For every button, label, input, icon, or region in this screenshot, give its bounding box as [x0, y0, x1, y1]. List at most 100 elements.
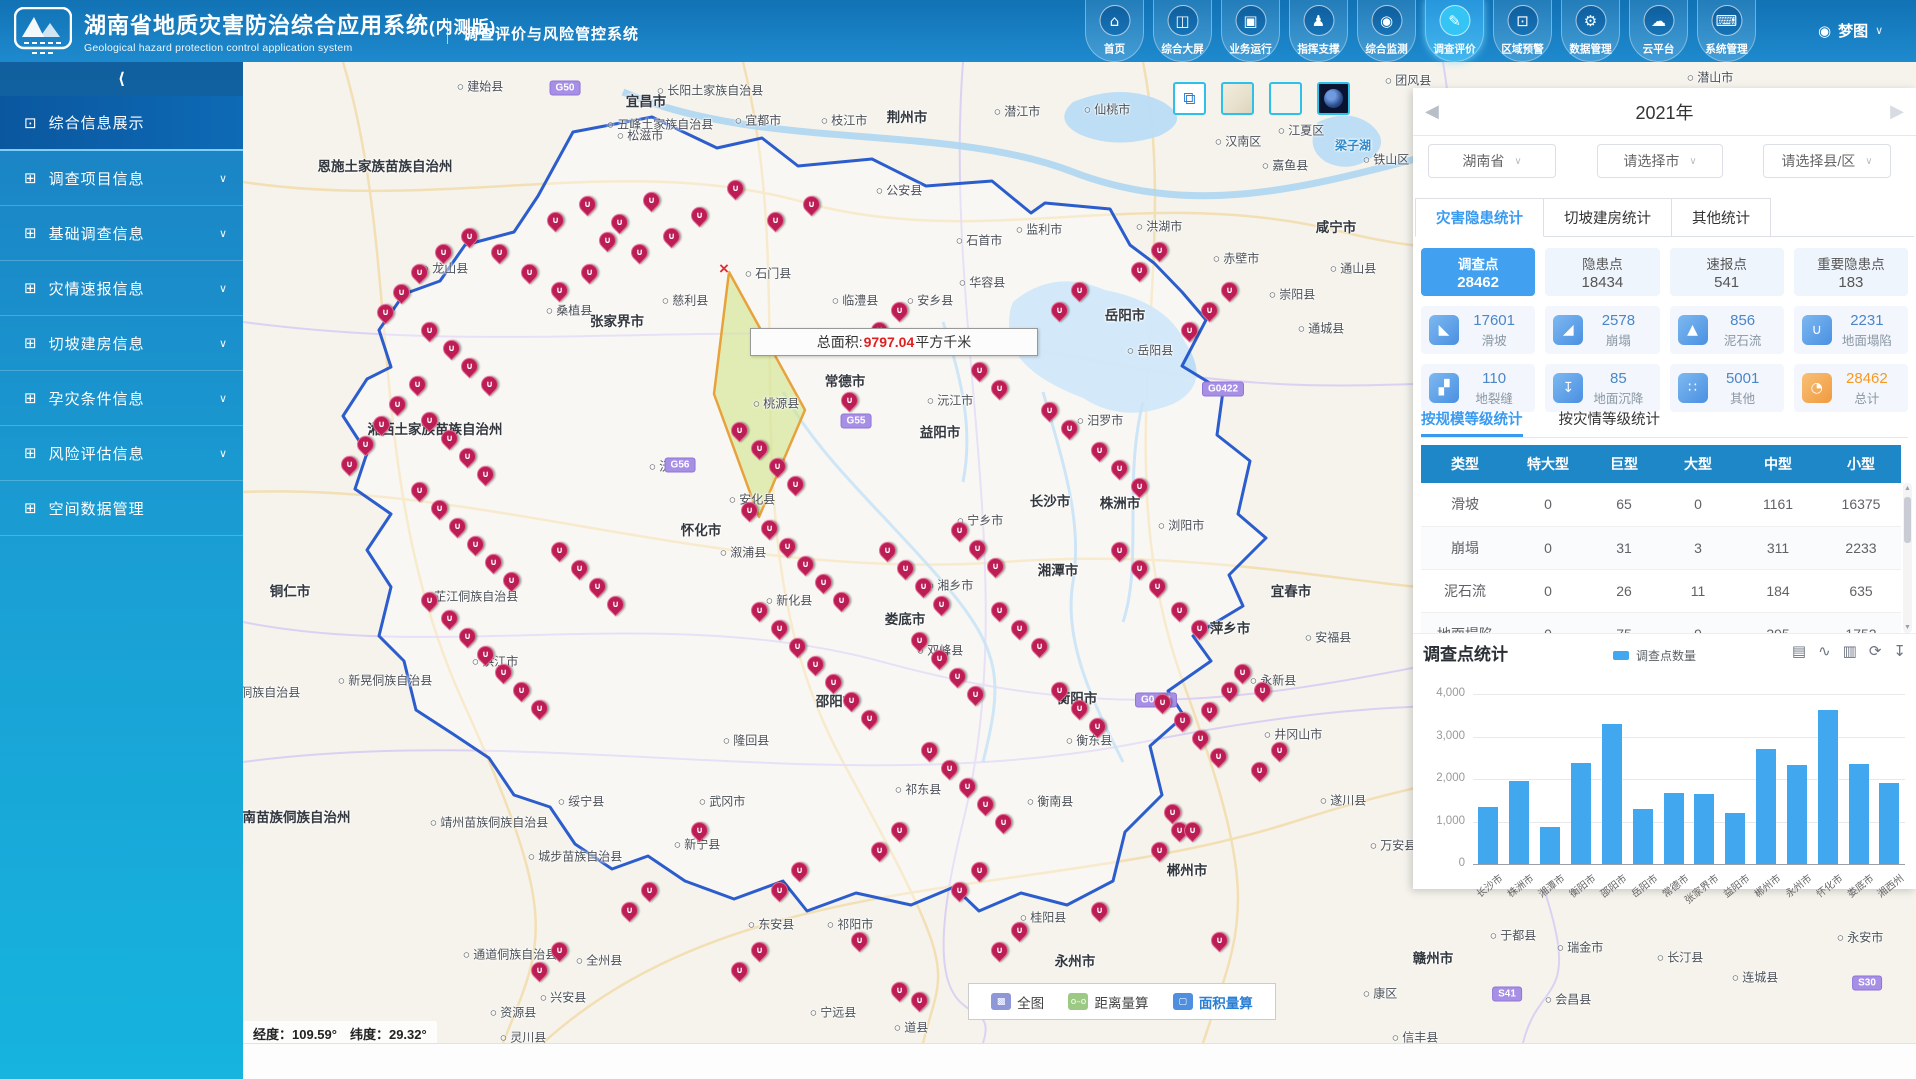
chart-bar[interactable]	[1571, 763, 1591, 864]
risk-assessment-icon: ⊞	[24, 444, 37, 462]
type-card-地裂缝[interactable]: ▞110地裂缝	[1421, 364, 1535, 412]
tab-切坡建房统计[interactable]: 切坡建房统计	[1544, 198, 1672, 237]
chart-bar[interactable]	[1602, 724, 1622, 864]
table-cell: 11	[1661, 569, 1735, 612]
subtab-按灾情等级统计[interactable]: 按灾情等级统计	[1559, 408, 1661, 437]
y-tick-label: 3,000	[1415, 730, 1465, 742]
distance-measure-icon: o–o	[1068, 993, 1088, 1010]
sidebar-item-survey-project[interactable]: ⊞调查项目信息∨	[0, 151, 243, 206]
sidebar-item-spatial-data[interactable]: ⊞空间数据管理	[0, 481, 243, 536]
table-cell: 0	[1509, 526, 1587, 569]
type-card-总计[interactable]: ◔28462总计	[1794, 364, 1908, 412]
nav-tab-big-screen[interactable]: ◫综合大屏	[1153, 0, 1212, 62]
year-prev-button[interactable]: ◀	[1425, 101, 1439, 122]
chart-bar[interactable]	[1664, 793, 1684, 864]
chart-bar[interactable]	[1879, 783, 1899, 864]
monitoring-icon: ◉	[1371, 5, 1402, 36]
scroll-down-icon[interactable]: ▼	[1903, 624, 1912, 631]
chart-bar[interactable]	[1756, 749, 1776, 864]
nav-tab-data-management[interactable]: ⚙数据管理	[1561, 0, 1620, 62]
chart-bar[interactable]	[1725, 813, 1745, 864]
sidebar-item-basic-survey[interactable]: ⊞基础调查信息∨	[0, 206, 243, 261]
marker-glyph-icon: ∪	[872, 843, 887, 858]
business-run-icon: ▣	[1235, 5, 1266, 36]
full-extent-button[interactable]: ▩全图	[991, 992, 1044, 1012]
measure-anchor-icon[interactable]: ×	[719, 259, 729, 279]
region-select-0[interactable]: 湖南省∨	[1428, 144, 1556, 178]
scrollbar-thumb[interactable]	[1904, 497, 1911, 543]
marker-glyph-icon: ∪	[992, 943, 1007, 958]
type-card-崩塌[interactable]: ◢2578崩塌	[1545, 306, 1659, 354]
map-label: ○ 沅江市	[927, 392, 974, 409]
satellite-basemap-thumb[interactable]	[1269, 82, 1302, 115]
type-card-滑坡[interactable]: ◣17601滑坡	[1421, 306, 1535, 354]
chart-bar[interactable]	[1694, 794, 1714, 864]
marker-glyph-icon: ∪	[808, 657, 823, 672]
nav-tab-cloud-platform[interactable]: ☁云平台	[1629, 0, 1688, 62]
chart-bar[interactable]	[1478, 807, 1498, 864]
nav-tab-business-run[interactable]: ▣业务运行	[1221, 0, 1280, 62]
nav-tab-monitoring[interactable]: ◉综合监测	[1357, 0, 1416, 62]
list-icon[interactable]: ▤	[1792, 642, 1806, 660]
type-card-地面沉降[interactable]: ↧85地面沉降	[1545, 364, 1659, 412]
nav-tab-survey-evaluation[interactable]: ✎调查评价	[1425, 0, 1484, 62]
stat-button-调查点[interactable]: 调查点28462	[1421, 248, 1535, 296]
tab-灾害隐患统计[interactable]: 灾害隐患统计	[1415, 198, 1544, 237]
marker-glyph-icon: ∪	[732, 963, 747, 978]
nav-tab-regional-warning[interactable]: ⊡区域预警	[1493, 0, 1552, 62]
chart-bar[interactable]	[1787, 765, 1807, 864]
line-chart-icon[interactable]: ∿	[1818, 642, 1831, 660]
subtab-按规模等级统计[interactable]: 按规模等级统计	[1421, 408, 1523, 437]
bar-chart-icon[interactable]: ▥	[1843, 642, 1857, 660]
bottom-strip	[243, 1043, 1916, 1079]
layer-switch-icon[interactable]: ⧉	[1173, 82, 1206, 115]
table-scrollbar[interactable]: ▲ ▼	[1903, 483, 1912, 633]
sidebar-item-disaster-report[interactable]: ⊞灾情速报信息∨	[0, 261, 243, 316]
region-select-1[interactable]: 请选择市∨	[1597, 144, 1723, 178]
sidebar-item-risk-assessment[interactable]: ⊞风险评估信息∨	[0, 426, 243, 481]
sidebar-item-label: 调查项目信息	[49, 168, 145, 189]
stat-button-隐患点[interactable]: 隐患点18434	[1545, 248, 1659, 296]
sidebar-item-hazard-condition[interactable]: ⊞孕灾条件信息∨	[0, 371, 243, 426]
type-card-泥石流[interactable]: ▲856泥石流	[1670, 306, 1784, 354]
chart-bar[interactable]	[1540, 827, 1560, 864]
marker-glyph-icon: ∪	[432, 501, 447, 516]
year-next-button[interactable]: ▶	[1890, 101, 1904, 122]
stat-button-重要隐患点[interactable]: 重要隐患点183	[1794, 248, 1908, 296]
download-icon[interactable]: ↧	[1893, 642, 1906, 660]
chart-legend[interactable]: 调查点数量	[1613, 647, 1696, 664]
chart-bar[interactable]	[1633, 809, 1653, 864]
chart-bar[interactable]	[1509, 781, 1529, 864]
marker-glyph-icon: ∪	[752, 943, 767, 958]
area-measure-button[interactable]: ▢面积量算	[1173, 992, 1253, 1012]
nav-tab-home[interactable]: ⌂首页	[1085, 0, 1144, 62]
sidebar-item-info-display[interactable]: ⊡综合信息展示	[0, 96, 243, 151]
distance-measure-button[interactable]: o–o距离量算	[1068, 992, 1148, 1012]
marker-glyph-icon: ∪	[892, 983, 907, 998]
stat-button-速报点[interactable]: 速报点541	[1670, 248, 1784, 296]
chart-bar[interactable]	[1849, 764, 1869, 864]
scroll-up-icon[interactable]: ▲	[1903, 485, 1912, 492]
hazard-condition-icon: ⊞	[24, 389, 37, 407]
marker-glyph-icon: ∪	[880, 543, 895, 558]
type-card-地面塌陷[interactable]: ∪2231地面塌陷	[1794, 306, 1908, 354]
refresh-icon[interactable]: ⟳	[1869, 642, 1882, 660]
nav-tab-system-management[interactable]: ⌨系统管理	[1697, 0, 1756, 62]
user-menu[interactable]: ◉ 梦图 ∨	[1818, 20, 1883, 41]
vector-basemap-thumb[interactable]	[1221, 82, 1254, 115]
sidebar-collapse-button[interactable]: ⟨	[0, 62, 243, 96]
globe-basemap-thumb[interactable]	[1317, 82, 1350, 115]
marker-glyph-icon: ∪	[342, 457, 357, 472]
map-label: ○ 建始县	[457, 78, 504, 95]
table-row: 崩塌03133112233	[1421, 526, 1901, 569]
chart-bar[interactable]	[1818, 710, 1838, 864]
map-label: ○ 监利市	[1016, 221, 1063, 238]
map-label: ○ 潜江市	[994, 103, 1041, 120]
marker-glyph-icon: ∪	[548, 213, 563, 228]
sidebar-item-slope-housing[interactable]: ⊞切坡建房信息∨	[0, 316, 243, 371]
region-select-2[interactable]: 请选择县/区∨	[1763, 144, 1891, 178]
marker-glyph-icon: ∪	[460, 629, 475, 644]
type-card-其他[interactable]: ∷5001其他	[1670, 364, 1784, 412]
tab-其他统计[interactable]: 其他统计	[1672, 198, 1771, 237]
nav-tab-command-support[interactable]: ♟指挥支撑	[1289, 0, 1348, 62]
